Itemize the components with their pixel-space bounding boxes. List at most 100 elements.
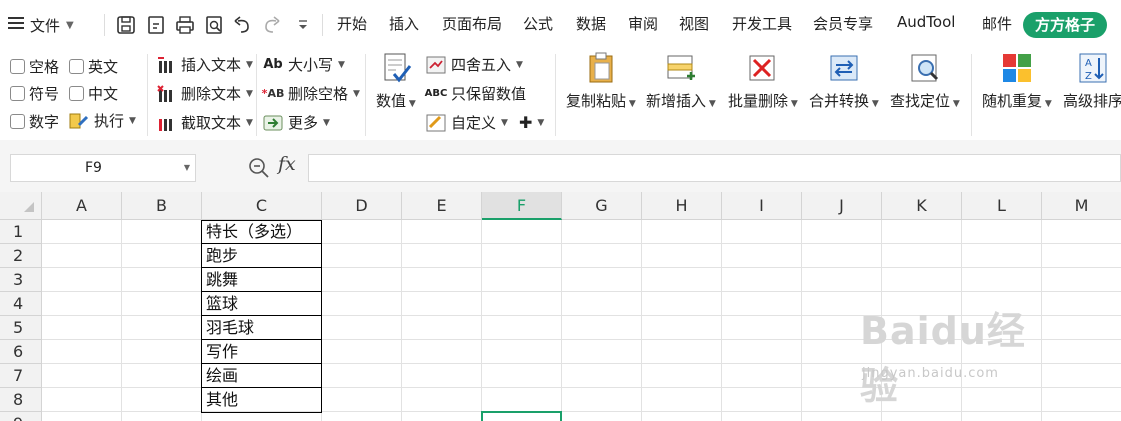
case-button[interactable]: Ab 大小写 ▼ — [263, 54, 345, 75]
checkbox-chinese[interactable]: 中文 — [69, 83, 118, 104]
column-header-m[interactable]: M — [1042, 192, 1121, 220]
row-header-9[interactable]: 9 — [0, 412, 42, 421]
row-header-6[interactable]: 6 — [0, 340, 42, 364]
column-header-j[interactable]: J — [802, 192, 882, 220]
more-button[interactable]: 更多 ▼ — [263, 112, 330, 133]
value-button[interactable]: 数值 ▼ — [376, 52, 416, 111]
column-header-i[interactable]: I — [722, 192, 802, 220]
copy-paste-button[interactable]: 复制粘贴 ▼ — [566, 52, 636, 111]
row-header-8[interactable]: 8 — [0, 388, 42, 412]
advanced-sort-button[interactable]: AZ 高级排序 — [1063, 52, 1121, 111]
delete-space-button[interactable]: * AB 删除空格 ▼ — [261, 83, 360, 104]
name-box[interactable]: F9 ▼ — [10, 154, 196, 182]
add-insert-button[interactable]: 新增插入 ▼ — [646, 52, 716, 111]
keep-value-label: 只保留数值 — [451, 85, 527, 103]
cell-c2[interactable]: 跑步 — [202, 244, 322, 268]
cell-c7[interactable]: 绘画 — [202, 364, 322, 388]
column-header-h[interactable]: H — [642, 192, 722, 220]
tab-data[interactable]: 数据 — [576, 13, 606, 34]
chevron-down-icon: ▼ — [869, 99, 879, 109]
execute-button[interactable]: 执行 ▼ — [69, 110, 136, 131]
undo-icon[interactable] — [229, 12, 255, 38]
round-button[interactable]: 四舍五入 ▼ — [426, 54, 523, 75]
tab-insert[interactable]: 插入 — [389, 13, 419, 34]
selected-cell-f9[interactable] — [481, 411, 562, 421]
custom-icon — [426, 113, 446, 133]
extract-text-button[interactable]: 截取文本 ▼ — [156, 112, 253, 133]
column-header-c[interactable]: C — [202, 192, 322, 220]
print-preview-icon[interactable] — [201, 12, 227, 38]
column-header-g[interactable]: G — [562, 192, 642, 220]
delete-text-button[interactable]: 删除文本 ▼ — [156, 83, 253, 104]
checkbox-number[interactable]: 数字 — [10, 111, 59, 132]
cell-c3[interactable]: 跳舞 — [202, 268, 322, 292]
tab-home[interactable]: 开始 — [337, 13, 367, 34]
column-header-a[interactable]: A — [42, 192, 122, 220]
merge-convert-button[interactable]: 合并转换 ▼ — [809, 52, 879, 111]
batch-delete-button[interactable]: 批量删除 ▼ — [728, 52, 798, 111]
delete-space-icon: * AB — [261, 87, 285, 100]
tab-member[interactable]: 会员专享 — [813, 13, 873, 34]
chevron-down-icon: ▼ — [950, 99, 960, 109]
checkbox-symbol[interactable]: 符号 — [10, 83, 59, 104]
export-pdf-icon[interactable] — [143, 12, 169, 38]
column-header-l[interactable]: L — [962, 192, 1042, 220]
chevron-down-icon: ▼ — [706, 99, 716, 109]
cell-c6[interactable]: 写作 — [202, 340, 322, 364]
file-menu-label: 文件 — [30, 16, 61, 35]
chevron-down-icon: ▼ — [1042, 99, 1052, 109]
fx-icon[interactable]: fx — [278, 153, 296, 175]
zoom-formula-icon[interactable] — [248, 157, 270, 183]
find-locate-button[interactable]: 查找定位 ▼ — [890, 52, 960, 111]
tab-page-layout[interactable]: 页面布局 — [442, 13, 502, 34]
column-header-b[interactable]: B — [122, 192, 202, 220]
find-icon — [911, 54, 938, 82]
tab-audtool[interactable]: AudTool — [897, 13, 955, 31]
column-header-d[interactable]: D — [322, 192, 402, 220]
keep-value-button[interactable]: ABC 只保留数值 — [425, 83, 527, 104]
plus-icon[interactable]: ✚ — [519, 113, 532, 132]
random-repeat-button[interactable]: 随机重复 ▼ — [982, 52, 1052, 111]
cell-c1[interactable]: 特长（多选） — [202, 220, 322, 244]
column-header-f[interactable]: F — [482, 192, 562, 220]
checkbox-english[interactable]: 英文 — [69, 56, 118, 77]
row-header-5[interactable]: 5 — [0, 316, 42, 340]
checkbox-space[interactable]: 空格 — [10, 56, 59, 77]
chevron-down-icon: ▼ — [501, 117, 508, 128]
print-icon[interactable] — [172, 12, 198, 38]
customize-toolbar-icon[interactable] — [290, 12, 316, 38]
save-icon[interactable] — [113, 12, 139, 38]
cell-c4[interactable]: 篮球 — [202, 292, 322, 316]
select-all-corner[interactable] — [0, 192, 42, 220]
row-header-1[interactable]: 1 — [0, 220, 42, 244]
file-menu[interactable]: 文件 ▼ — [8, 10, 74, 40]
row-header-3[interactable]: 3 — [0, 268, 42, 292]
cell-c5[interactable]: 羽毛球 — [202, 316, 322, 340]
gridline — [961, 220, 962, 421]
column-header-e[interactable]: E — [402, 192, 482, 220]
chevron-down-icon: ▼ — [788, 99, 798, 109]
tab-view[interactable]: 视图 — [679, 13, 709, 34]
menu-bar: 文件 ▼ 开始 插入 页面布局 公式 数据 审阅 视图 开发工具 会员专享 Au… — [0, 0, 1121, 48]
redo-icon[interactable] — [259, 12, 285, 38]
random-repeat-label: 随机重复 — [982, 92, 1043, 110]
tab-developer[interactable]: 开发工具 — [732, 13, 792, 34]
custom-button[interactable]: 自定义 ▼ ✚ ▼ — [426, 112, 544, 133]
tab-review[interactable]: 审阅 — [628, 13, 658, 34]
row-header-4[interactable]: 4 — [0, 292, 42, 316]
tab-mail[interactable]: 邮件 — [982, 13, 1012, 34]
tab-fangfang-gezi[interactable]: 方方格子 — [1023, 12, 1108, 38]
row-header-2[interactable]: 2 — [0, 244, 42, 268]
cell-c8[interactable]: 其他 — [202, 388, 322, 412]
row-header-7[interactable]: 7 — [0, 364, 42, 388]
column-header-k[interactable]: K — [882, 192, 962, 220]
svg-text:A: A — [1085, 58, 1092, 69]
insert-row-icon — [667, 55, 695, 80]
insert-text-button[interactable]: 插入文本 ▼ — [156, 54, 253, 75]
batch-delete-icon — [749, 55, 775, 81]
formula-input[interactable] — [308, 154, 1121, 182]
sort-az-icon: AZ — [1079, 53, 1107, 83]
tab-formulas[interactable]: 公式 — [523, 13, 553, 34]
arrow-right-icon — [263, 113, 283, 133]
random-icon — [1002, 54, 1031, 82]
